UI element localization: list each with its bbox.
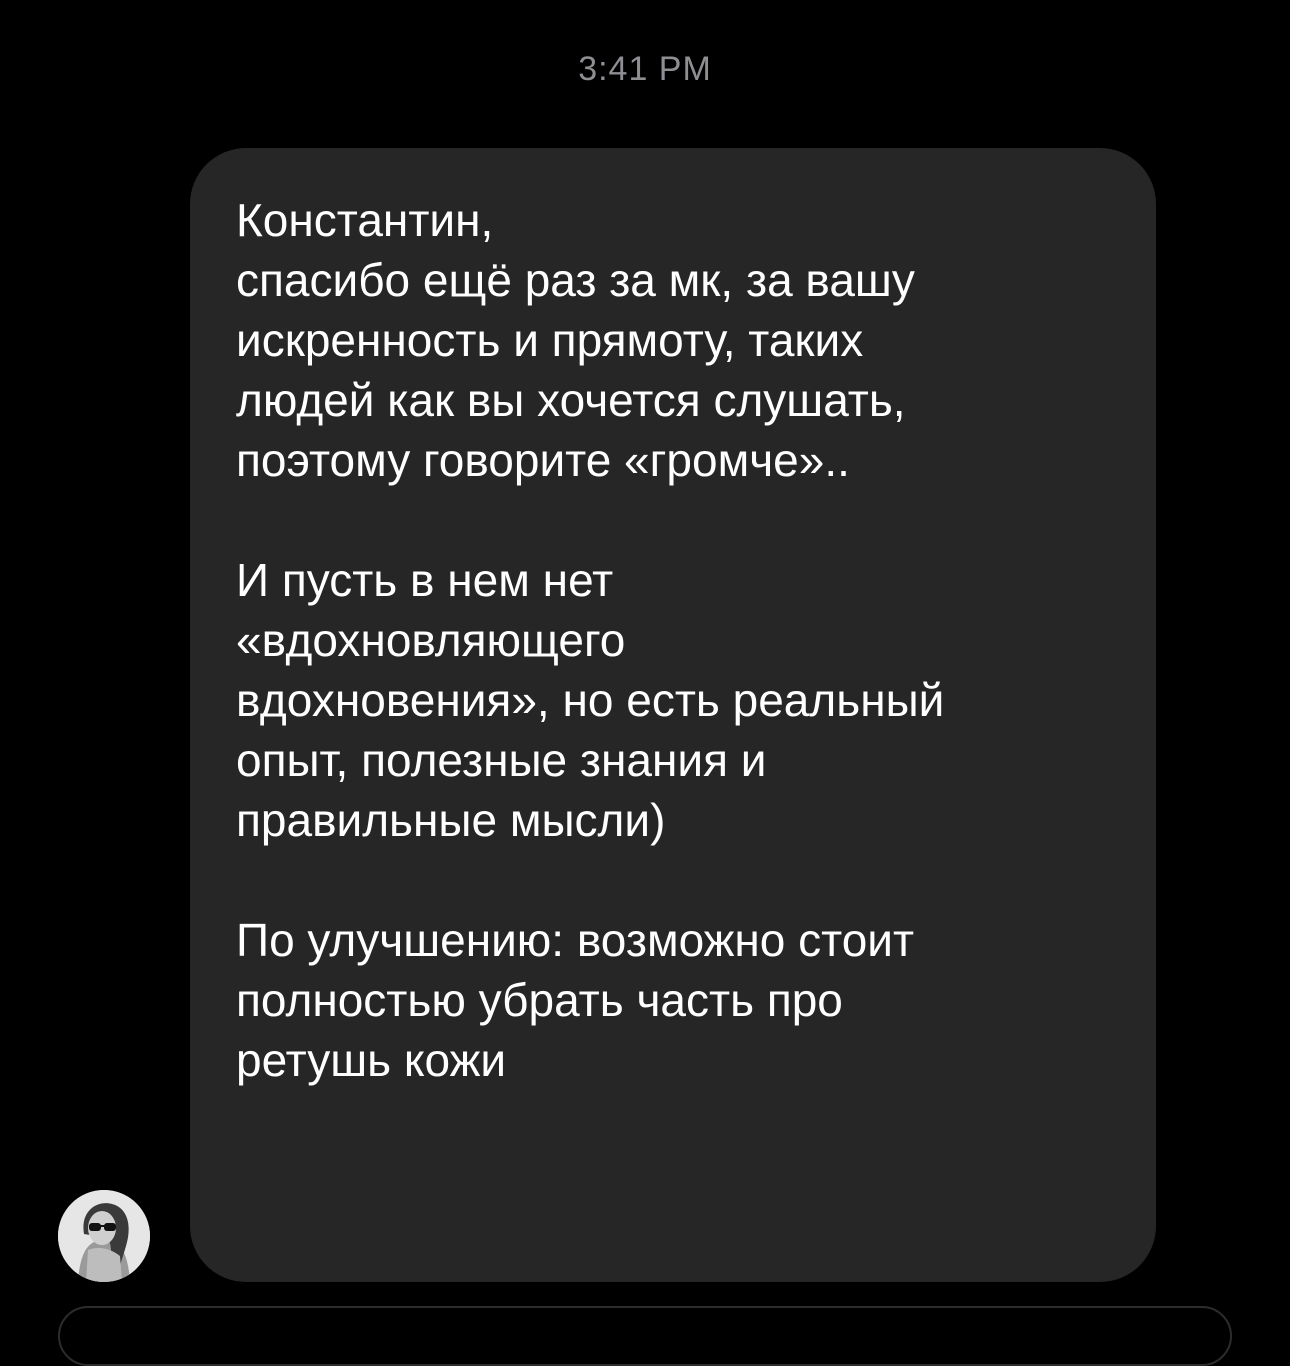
sender-avatar[interactable] xyxy=(58,1190,150,1282)
user-avatar-icon xyxy=(58,1190,150,1282)
message-timestamp: 3:41 PM xyxy=(578,50,712,88)
message-composer[interactable] xyxy=(58,1306,1232,1366)
message-paragraph: И пусть в нем нет «вдохновляющего вдохно… xyxy=(236,554,945,846)
message-paragraph: Константин, спасибо ещё раз за мк, за ва… xyxy=(236,194,915,486)
message-bubble[interactable]: Константин, спасибо ещё раз за мк, за ва… xyxy=(190,148,1156,1282)
message-paragraph: По улучшению: возможно стоит полностью у… xyxy=(236,914,915,1086)
